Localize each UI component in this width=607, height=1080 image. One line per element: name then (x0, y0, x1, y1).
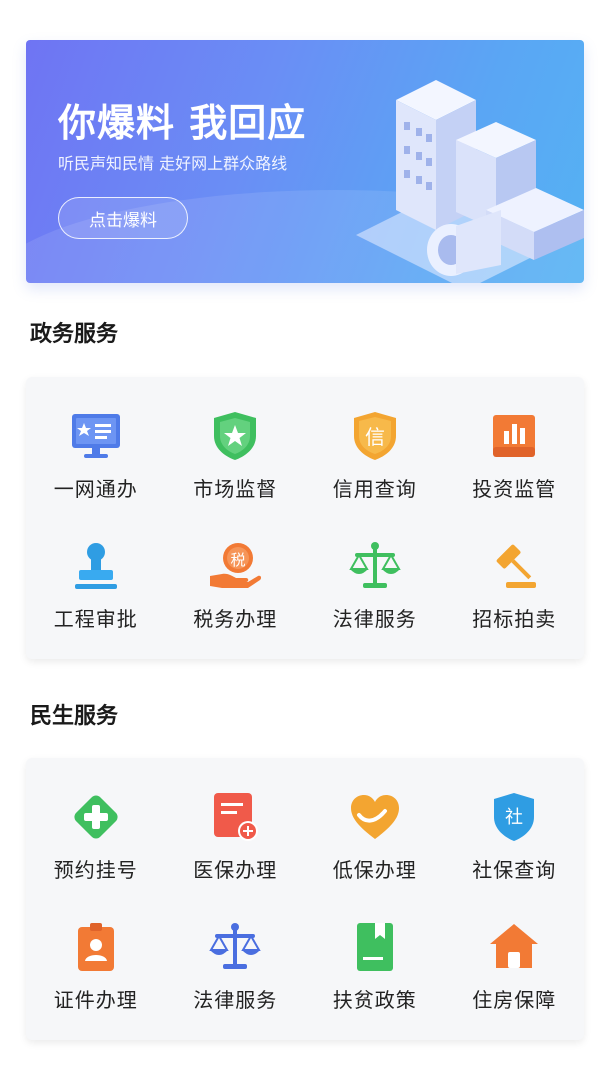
item-label: 工程审批 (53, 607, 138, 631)
heart-icon (348, 790, 402, 844)
social-shield-icon: 社 (487, 790, 541, 844)
item-label: 法律服务 (193, 988, 278, 1012)
item-label: 证件办理 (53, 988, 138, 1012)
item-label: 低保办理 (332, 858, 417, 882)
life-item-appointment[interactable]: 预约挂号 (26, 772, 166, 902)
gov-services-card: 一网通办 市场监督 信 信用查询 投资监管 工程审批 税 税务办理 法律服务 招… (26, 377, 584, 659)
bar-chart-icon (487, 409, 541, 463)
life-item-social-security[interactable]: 社 社保查询 (445, 772, 585, 902)
item-label: 税务办理 (193, 607, 278, 631)
banner[interactable]: 你爆料 我回应 听民声知民情 走好网上群众路线 点击爆料 (26, 40, 584, 283)
gov-item-engineering[interactable]: 工程审批 (26, 521, 166, 651)
credit-badge-icon: 信 (348, 409, 402, 463)
item-label: 住房保障 (472, 988, 557, 1012)
stamp-icon (69, 539, 123, 593)
book-icon (348, 920, 402, 974)
item-label: 社保查询 (472, 858, 557, 882)
life-item-certificate[interactable]: 证件办理 (26, 902, 166, 1032)
gov-item-tax[interactable]: 税 税务办理 (166, 521, 306, 651)
item-label: 市场监督 (193, 477, 278, 501)
id-card-icon (69, 920, 123, 974)
life-item-subsistence[interactable]: 低保办理 (305, 772, 445, 902)
scales-icon (208, 920, 262, 974)
shield-star-icon (208, 409, 262, 463)
report-button[interactable]: 点击爆料 (58, 197, 188, 239)
svg-text:信: 信 (365, 425, 385, 449)
life-services-card: 预约挂号 医保办理 低保办理 社 社保查询 证件办理 法律服务 扶贫政策 住房保… (26, 758, 584, 1040)
gov-item-market[interactable]: 市场监督 (166, 391, 306, 521)
house-icon (487, 920, 541, 974)
banner-subtitle: 听民声知民情 走好网上群众路线 (58, 154, 288, 173)
monitor-card-icon (69, 409, 123, 463)
medical-cross-icon (69, 790, 123, 844)
life-item-housing[interactable]: 住房保障 (445, 902, 585, 1032)
item-label: 招标拍卖 (472, 607, 557, 631)
item-label: 投资监管 (472, 477, 557, 501)
gov-item-legal[interactable]: 法律服务 (305, 521, 445, 651)
life-item-medical-insurance[interactable]: 医保办理 (166, 772, 306, 902)
life-services-title: 民生服务 (30, 704, 119, 729)
item-label: 预约挂号 (53, 858, 138, 882)
item-label: 医保办理 (193, 858, 278, 882)
scales-icon (348, 539, 402, 593)
item-label: 信用查询 (332, 477, 417, 501)
life-item-legal[interactable]: 法律服务 (166, 902, 306, 1032)
gov-services-title: 政务服务 (30, 322, 119, 347)
item-label: 法律服务 (332, 607, 417, 631)
banner-title: 你爆料 我回应 (58, 100, 307, 145)
item-label: 扶贫政策 (332, 988, 417, 1012)
gavel-icon (487, 539, 541, 593)
item-label: 一网通办 (53, 477, 138, 501)
city-building-illustration (356, 80, 584, 283)
gov-item-online[interactable]: 一网通办 (26, 391, 166, 521)
svg-text:税: 税 (231, 551, 246, 569)
gov-item-investment[interactable]: 投资监管 (445, 391, 585, 521)
svg-text:社: 社 (505, 807, 523, 828)
life-item-poverty-policy[interactable]: 扶贫政策 (305, 902, 445, 1032)
gov-item-auction[interactable]: 招标拍卖 (445, 521, 585, 651)
tax-hand-icon: 税 (208, 539, 262, 593)
gov-item-credit[interactable]: 信 信用查询 (305, 391, 445, 521)
medical-form-icon (208, 790, 262, 844)
